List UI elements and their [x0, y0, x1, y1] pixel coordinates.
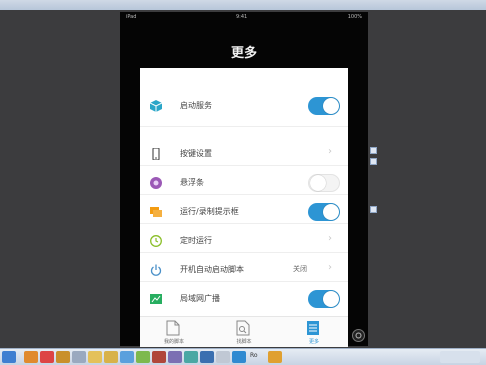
tab-label: 更多 [308, 339, 319, 345]
taskbar-app-icon[interactable] [136, 351, 150, 363]
taskbar-app-icon[interactable] [184, 351, 198, 363]
setting-start-service[interactable]: 启动服务 [140, 95, 348, 117]
run-record-prompt-toggle[interactable] [308, 203, 340, 221]
row-divider [140, 223, 348, 224]
circle-dot-icon [150, 177, 162, 189]
floating-bar-toggle[interactable] [308, 174, 340, 192]
lan-broadcast-toggle[interactable] [308, 290, 340, 308]
start-service-toggle[interactable] [308, 97, 340, 115]
search-document-icon [236, 320, 250, 336]
window-titlebar [0, 0, 486, 10]
cube-icon [150, 100, 162, 112]
system-tray[interactable] [440, 351, 480, 363]
simulator-control-button[interactable] [370, 147, 377, 154]
taskbar-app-icon[interactable] [200, 351, 214, 363]
broadcast-icon [150, 294, 162, 304]
assistive-touch-icon[interactable] [352, 329, 365, 342]
row-divider [140, 252, 348, 253]
tab-label: 找脚本 [236, 339, 252, 345]
setting-autostart-script[interactable]: 开机自动启动脚本 关闭 › [140, 259, 348, 281]
setting-label: 悬浮条 [180, 178, 204, 187]
taskbar-app-icon[interactable] [120, 351, 134, 363]
taskbar-app-icon[interactable] [268, 351, 282, 363]
clock-icon [150, 235, 162, 247]
status-battery: 100% [347, 14, 362, 20]
page-title: 更多 [230, 46, 257, 61]
tab-find-scripts[interactable]: 找脚本 [214, 317, 274, 347]
status-bar: iPad 9:41 100% [120, 12, 368, 22]
taskbar: Ro [0, 348, 486, 365]
setting-label: 开机自动启动脚本 [180, 265, 244, 274]
setting-run-record-prompt[interactable]: 运行/录制提示框 [140, 201, 348, 223]
status-carrier: iPad [126, 14, 137, 20]
device-screen: iPad 9:41 100% 更多 启动服务 按键设置 › 悬浮条 运行/录制提… [120, 12, 368, 347]
setting-label: 运行/录制提示框 [180, 207, 239, 216]
setting-label: 定时运行 [180, 236, 212, 245]
setting-lan-broadcast[interactable]: 局域网广播 [140, 288, 348, 310]
taskbar-app-icon[interactable] [152, 351, 166, 363]
row-divider [140, 165, 348, 166]
taskbar-item-label[interactable]: Ro [250, 352, 258, 359]
chevron-right-icon: › [328, 262, 332, 273]
window-icon [150, 207, 162, 217]
taskbar-app-icon[interactable] [72, 351, 86, 363]
setting-floating-bar[interactable]: 悬浮条 [140, 172, 348, 194]
row-divider [140, 281, 348, 282]
tab-my-scripts[interactable]: 我的脚本 [144, 317, 204, 347]
chevron-right-icon: › [328, 146, 332, 157]
setting-label: 局域网广播 [180, 294, 220, 303]
taskbar-app-icon[interactable] [104, 351, 118, 363]
start-button[interactable] [2, 351, 16, 363]
taskbar-app-icon[interactable] [168, 351, 182, 363]
taskbar-app-icon[interactable] [216, 351, 230, 363]
autostart-value: 关闭 [293, 265, 307, 273]
status-time: 9:41 [236, 14, 248, 20]
section-divider [140, 126, 348, 127]
setting-key-settings[interactable]: 按键设置 › [140, 143, 348, 165]
document-icon [166, 320, 180, 336]
setting-label: 启动服务 [180, 101, 212, 110]
list-icon [307, 321, 319, 335]
simulator-control-button[interactable] [370, 206, 377, 213]
taskbar-app-icon[interactable] [88, 351, 102, 363]
taskbar-app-icon[interactable] [40, 351, 54, 363]
tab-more[interactable]: 更多 [284, 317, 344, 347]
tab-bar: 我的脚本 找脚本 更多 [140, 316, 348, 347]
taskbar-app-icon[interactable] [232, 351, 246, 363]
chevron-right-icon: › [328, 233, 332, 244]
row-divider [140, 194, 348, 195]
phone-icon [152, 148, 160, 160]
simulator-control-button[interactable] [370, 158, 377, 165]
taskbar-app-icon[interactable] [24, 351, 38, 363]
settings-panel: 启动服务 按键设置 › 悬浮条 运行/录制提示框 定时运行 › 开机自动启动脚本… [140, 68, 348, 347]
setting-label: 按键设置 [180, 149, 212, 158]
tab-label: 我的脚本 [163, 339, 184, 345]
setting-scheduled-run[interactable]: 定时运行 › [140, 230, 348, 252]
power-icon [150, 264, 162, 276]
taskbar-app-icon[interactable] [56, 351, 70, 363]
